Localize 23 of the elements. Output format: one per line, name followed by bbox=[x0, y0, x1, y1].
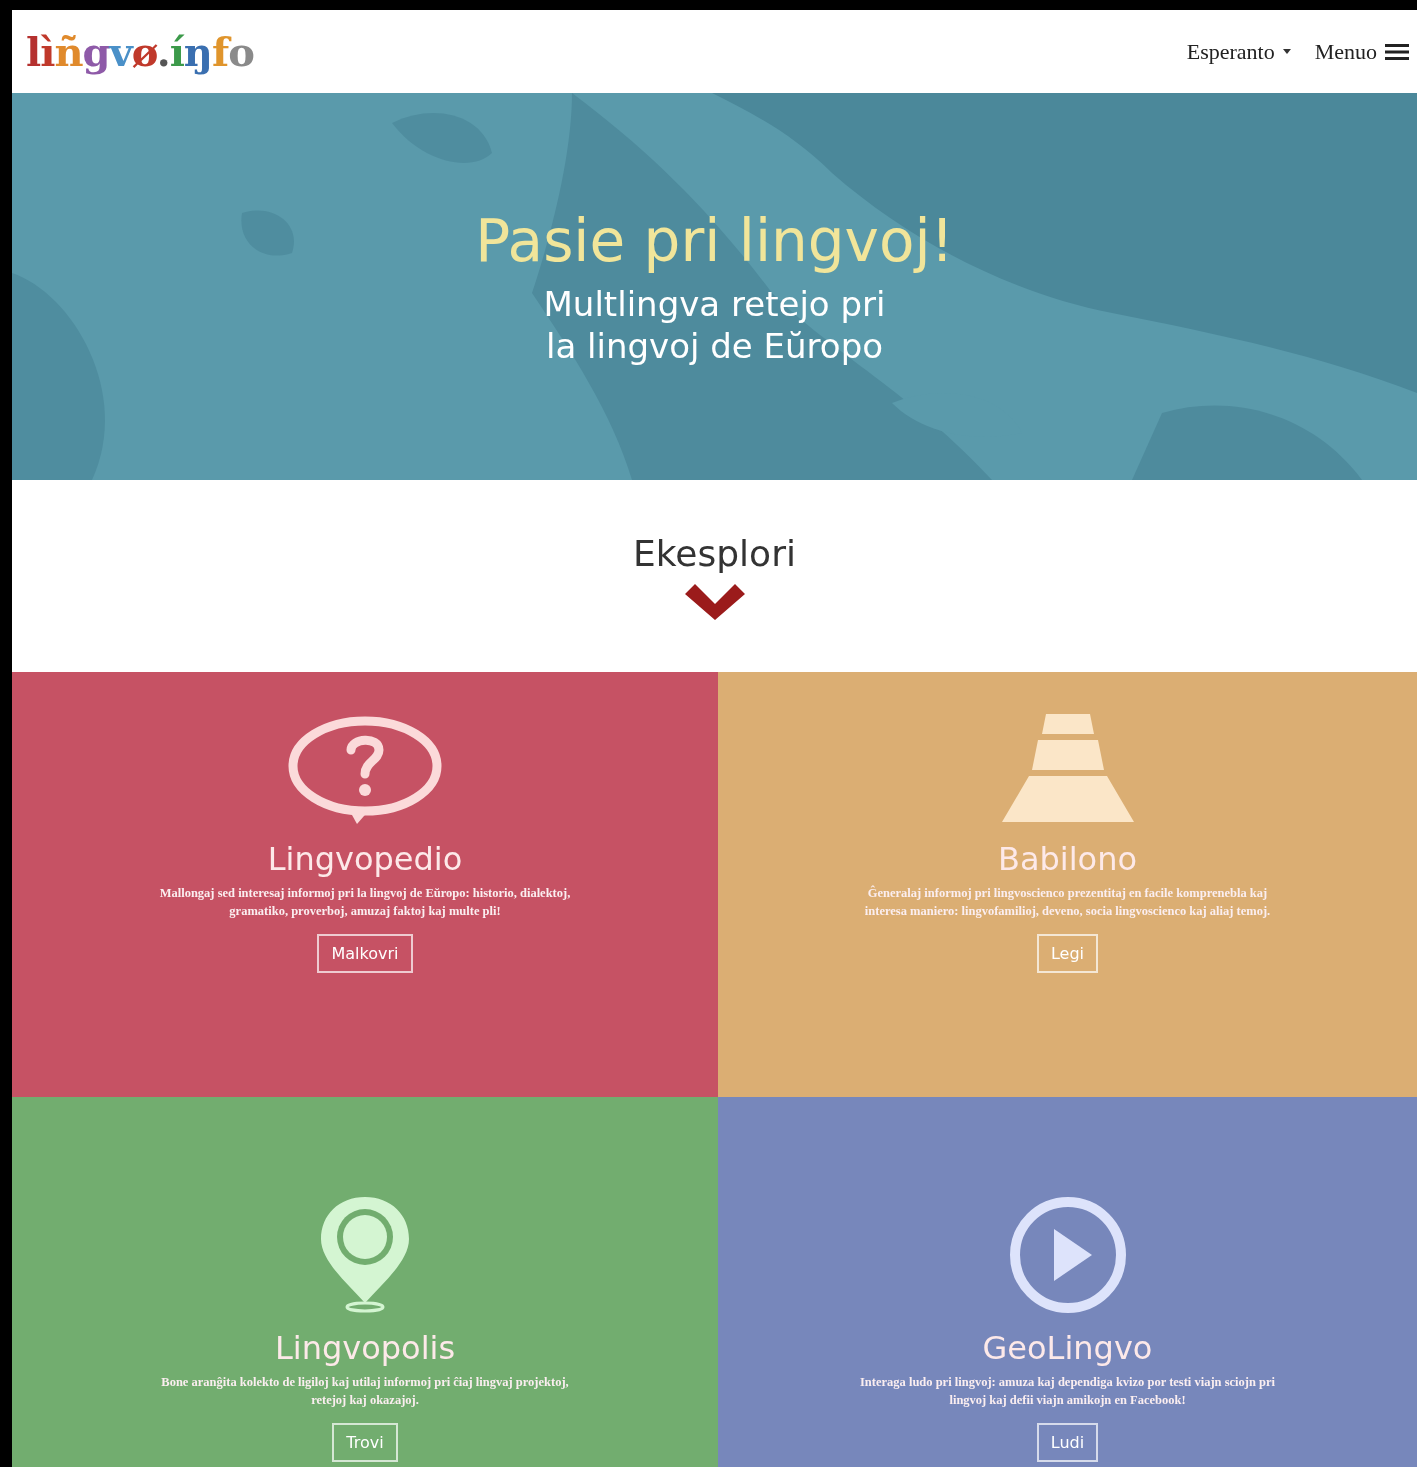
tile-description: Mallongaj sed interesaj informoj pri la lingvoj de Eŭropo: historio, dialektoj, gramatiko, proverboj, amuzaj faktoj kaj multe pli! bbox=[158, 885, 572, 920]
tile-button[interactable]: Ludi bbox=[1036, 1423, 1099, 1462]
tile-title: Lingvopedio bbox=[267, 840, 463, 878]
menu-icon bbox=[1385, 43, 1409, 60]
tile-description: Ĝeneralaj informoj pri lingvoscienco prezentitaj en facile komprenebla kaj interesa maniero: lingvofamilioj, deveno, socia lingvoscienco kaj aliaj temoj. bbox=[863, 884, 1272, 920]
section-title: Ekesplori bbox=[633, 532, 796, 574]
chevron-down-icon[interactable] bbox=[684, 583, 745, 620]
tile-description: Interaga ludo pri lingvoj: amuza kaj dependiga kvizo por testi viajn sciojn pri lingvoj kaj defii viajn amikojn en Facebook! bbox=[858, 1374, 1277, 1409]
language-dropdown[interactable]: Esperanto bbox=[1186, 38, 1291, 65]
hero-subtitle: la lingvoj de Eŭropo bbox=[545, 324, 883, 367]
menu-button[interactable]: Menuo bbox=[1314, 38, 1409, 65]
caret-icon bbox=[1282, 49, 1291, 54]
play-icon bbox=[1007, 1195, 1128, 1315]
tile-button[interactable]: Malkovri bbox=[317, 934, 413, 973]
tile-description: Bone aranĝita kolekto de ligiloj kaj utilaj informoj pri ĉiaj lingvaj projektoj, retejoj kaj okazajoj. bbox=[160, 1374, 570, 1409]
tile-title: GeoLingvo bbox=[982, 1329, 1153, 1367]
tile-button[interactable]: Trovi bbox=[332, 1423, 398, 1462]
tile-title: Babilono bbox=[997, 840, 1138, 878]
hero-subtitle: Multlingva retejo pri bbox=[543, 282, 886, 325]
site-logo[interactable]: lìñgvø.íŋfo bbox=[26, 28, 254, 75]
question-bubble-icon bbox=[287, 714, 443, 826]
hero-title: Pasie pri lingvoj! bbox=[475, 206, 954, 275]
tile-title: Lingvopolis bbox=[274, 1329, 456, 1367]
